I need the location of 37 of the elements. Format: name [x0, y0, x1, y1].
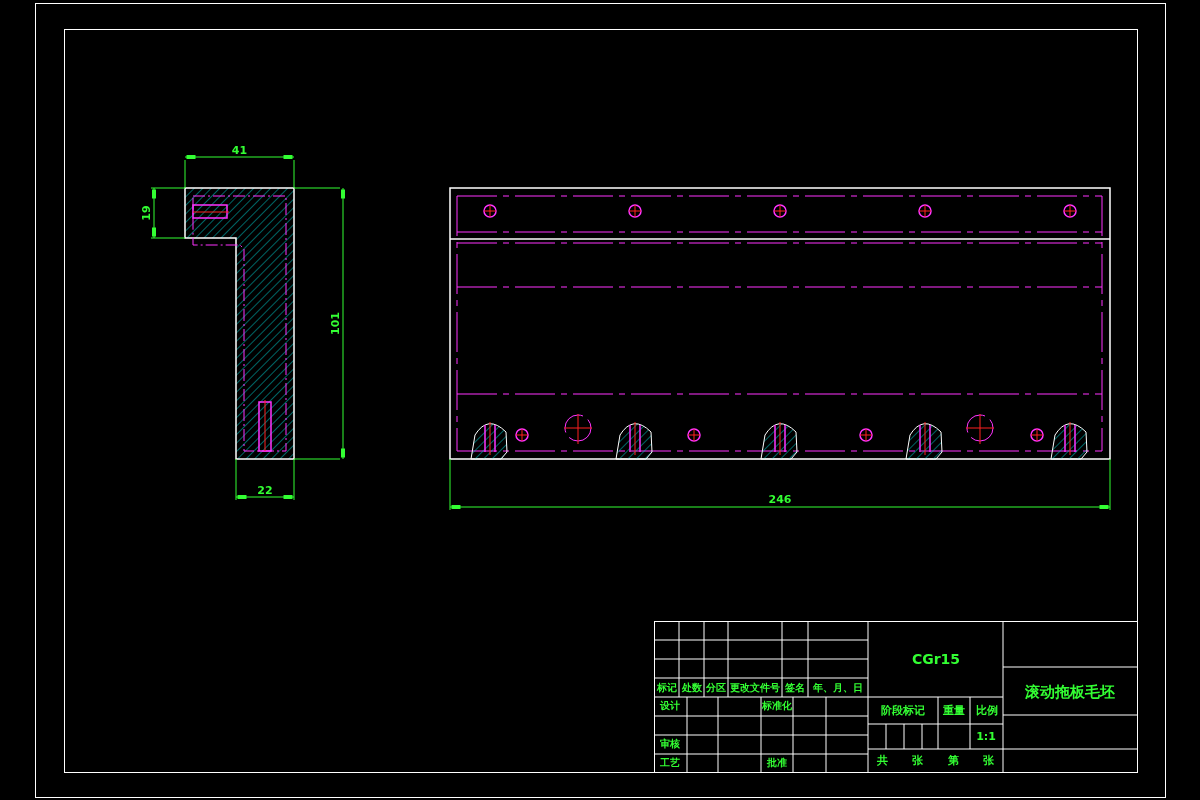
hole-icon — [773, 204, 787, 218]
hole-icon — [1063, 204, 1077, 218]
hole-icon — [1030, 428, 1044, 442]
dimension-label: 101 — [329, 312, 342, 335]
title-block-label: 阶段标记 — [881, 704, 925, 717]
hole-icon — [687, 428, 701, 442]
crosshair-circle-icon — [563, 413, 593, 445]
title-block-label: 共 — [876, 754, 888, 767]
hole-icon — [515, 428, 529, 442]
title-block-label: 更改文件号 — [730, 682, 780, 693]
dimension-label: 41 — [231, 144, 248, 157]
title-block-label: 标准化 — [762, 700, 792, 711]
hole-icon — [483, 204, 497, 218]
title-block-label: 标记 — [656, 682, 677, 693]
title-block-label: 比例 — [975, 704, 998, 717]
dimension-label: 22 — [257, 484, 273, 497]
dimension-label: 246 — [768, 493, 792, 506]
crosshair-circle-icon — [965, 413, 995, 445]
title-block-label: 批准 — [767, 757, 787, 768]
title-block-label: 分区 — [706, 682, 726, 693]
title-block-label: 处数 — [681, 682, 702, 693]
title-block-label: 第 — [947, 754, 959, 767]
title-block-label: 设计 — [660, 700, 680, 711]
part-title: 滚动拖板毛坯 — [1025, 682, 1115, 701]
hole-icon — [859, 428, 873, 442]
title-block-label: 重量 — [943, 704, 965, 717]
hole-icon — [918, 204, 932, 218]
title-block-label: 张 — [982, 754, 994, 767]
title-block-label: 年、月、日 — [813, 682, 863, 693]
title-block-label: 签名 — [785, 682, 805, 693]
hole-icon — [628, 204, 642, 218]
title-block-label: 工艺 — [660, 757, 680, 768]
title-block-label: 审核 — [660, 738, 680, 749]
material-label: CGr15 — [911, 651, 961, 667]
title-block-label: 张 — [911, 754, 923, 767]
dimension-label: 19 — [140, 205, 153, 221]
scale-value: 1:1 — [976, 730, 996, 743]
